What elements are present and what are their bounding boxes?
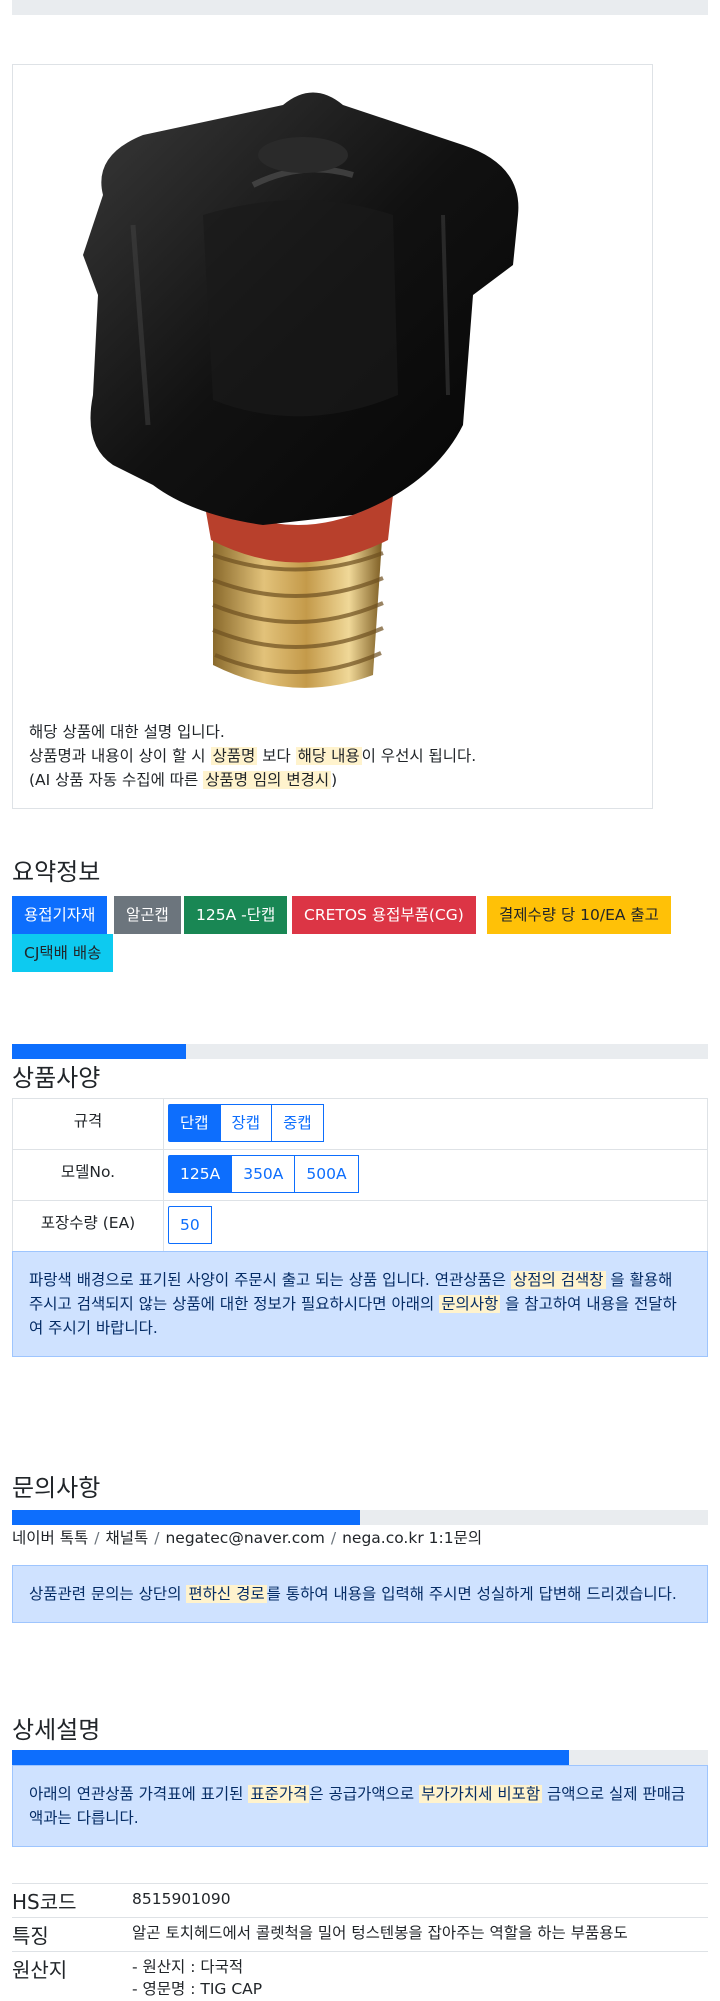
badge-category[interactable]: 용접기자재 [12,896,108,934]
option-500a[interactable]: 500A [294,1155,359,1193]
info-value-origin: - 원산지 : 다국적 - 영문명 : TIG CAP [132,1951,708,2001]
link-channel-talk[interactable]: 채널톡 [105,1529,148,1547]
spec-progress [12,1044,708,1059]
link-site-inquiry[interactable]: nega.co.kr 1:1문의 [342,1529,482,1547]
inquiry-progress [12,1510,708,1525]
spec-progress-fill [12,1044,186,1059]
contact-links: 네이버 톡톡 / 채널톡 / negatec@naver.com / nega.co.kr … [12,1529,483,1547]
product-photo [83,92,519,688]
spec-label-size: 규격 [12,1098,164,1150]
inquiry-title: 문의사항 [12,1474,101,1502]
info-row-origin: 원산지 - 원산지 : 다국적 - 영문명 : TIG CAP [12,1951,708,2001]
detail-progress-fill [12,1750,569,1765]
info-value-hs: 8515901090 [132,1883,708,1918]
spec-label-packing: 포장수량 (EA) [12,1200,164,1252]
info-row-feature: 특징 알곤 토치헤드에서 콜렛척을 밀어 텅스텐봉을 잡아주는 역할을 하는 부… [12,1917,708,1952]
option-short-cap[interactable]: 단캡 [168,1104,221,1142]
badge-brand[interactable]: CRETOS 용접부품(CG) [292,896,476,934]
spec-row-model: 모델No. 125A 350A 500A [12,1149,708,1201]
info-key-hs: HS코드 [12,1883,132,1918]
info-table: HS코드 8515901090 특징 알곤 토치헤드에서 콜렛척을 밀어 텅스텐… [12,1883,708,2001]
packing-options: 50 [168,1206,703,1244]
inquiry-progress-fill [12,1510,360,1525]
info-key-feature: 특징 [12,1917,132,1952]
info-value-feature: 알곤 토치헤드에서 콜렛척을 밀어 텅스텐봉을 잡아주는 역할을 하는 부품용도 [132,1917,708,1952]
option-medium-cap[interactable]: 중캡 [271,1104,324,1142]
link-naver-talk[interactable]: 네이버 톡톡 [12,1529,88,1547]
spec-alert: 파랑색 배경으로 표기된 사양이 주문시 출고 되는 상품 입니다. 연관상품은… [12,1251,708,1357]
info-row-hs: HS코드 8515901090 [12,1883,708,1918]
badge-shipping[interactable]: CJ택배 배송 [12,934,114,972]
spec-title: 상품사양 [12,1064,101,1092]
top-bar [12,0,708,15]
badge-subcategory[interactable]: 알곤캡 [114,896,181,934]
spec-row-size: 규격 단캡 장캡 중캡 [12,1098,708,1150]
option-50[interactable]: 50 [168,1206,212,1244]
spec-label-model: 모델No. [12,1149,164,1201]
detail-alert: 아래의 연관상품 가격표에 표기된 표준가격 은 공급가액으로 부가가치세 비포함… [12,1765,708,1847]
option-125a[interactable]: 125A [168,1155,233,1193]
product-card: 해당 상품에 대한 설명 입니다. 상품명과 내용이 상이 할 시 상품명 보다… [12,64,653,809]
spec-table: 규격 단캡 장캡 중캡 모델No. 125A 350A 500A 포장수량 (E… [12,1098,708,1252]
spec-row-packing: 포장수량 (EA) 50 [12,1200,708,1252]
detail-progress [12,1750,708,1765]
size-options: 단캡 장캡 중캡 [168,1104,703,1142]
note-line-1: 해당 상품에 대한 설명 입니다. [29,723,225,741]
badge-model[interactable]: 125A -단캡 [184,896,288,934]
model-options: 125A 350A 500A [168,1155,703,1193]
note-line-3: (AI 상품 자동 수집에 따른 상품명 임의 변경시) [29,771,338,789]
badge-quantity[interactable]: 결제수량 당 10/EA 출고 [487,896,671,934]
option-long-cap[interactable]: 장캡 [219,1104,273,1142]
inquiry-alert: 상품관련 문의는 상단의 편하신 경로 를 통하여 내용을 입력해 주시면 성실하… [12,1565,708,1623]
detail-title: 상세설명 [12,1716,101,1744]
summary-title: 요약정보 [12,858,101,886]
info-key-origin: 원산지 [12,1951,132,2001]
option-350a[interactable]: 350A [231,1155,296,1193]
product-notes: 해당 상품에 대한 설명 입니다. 상품명과 내용이 상이 할 시 상품명 보다… [29,720,642,792]
note-line-2: 상품명과 내용이 상이 할 시 상품명 보다 해당 내용 이 우선시 됩니다. [29,747,477,765]
link-email[interactable]: negatec@naver.com [165,1529,324,1547]
